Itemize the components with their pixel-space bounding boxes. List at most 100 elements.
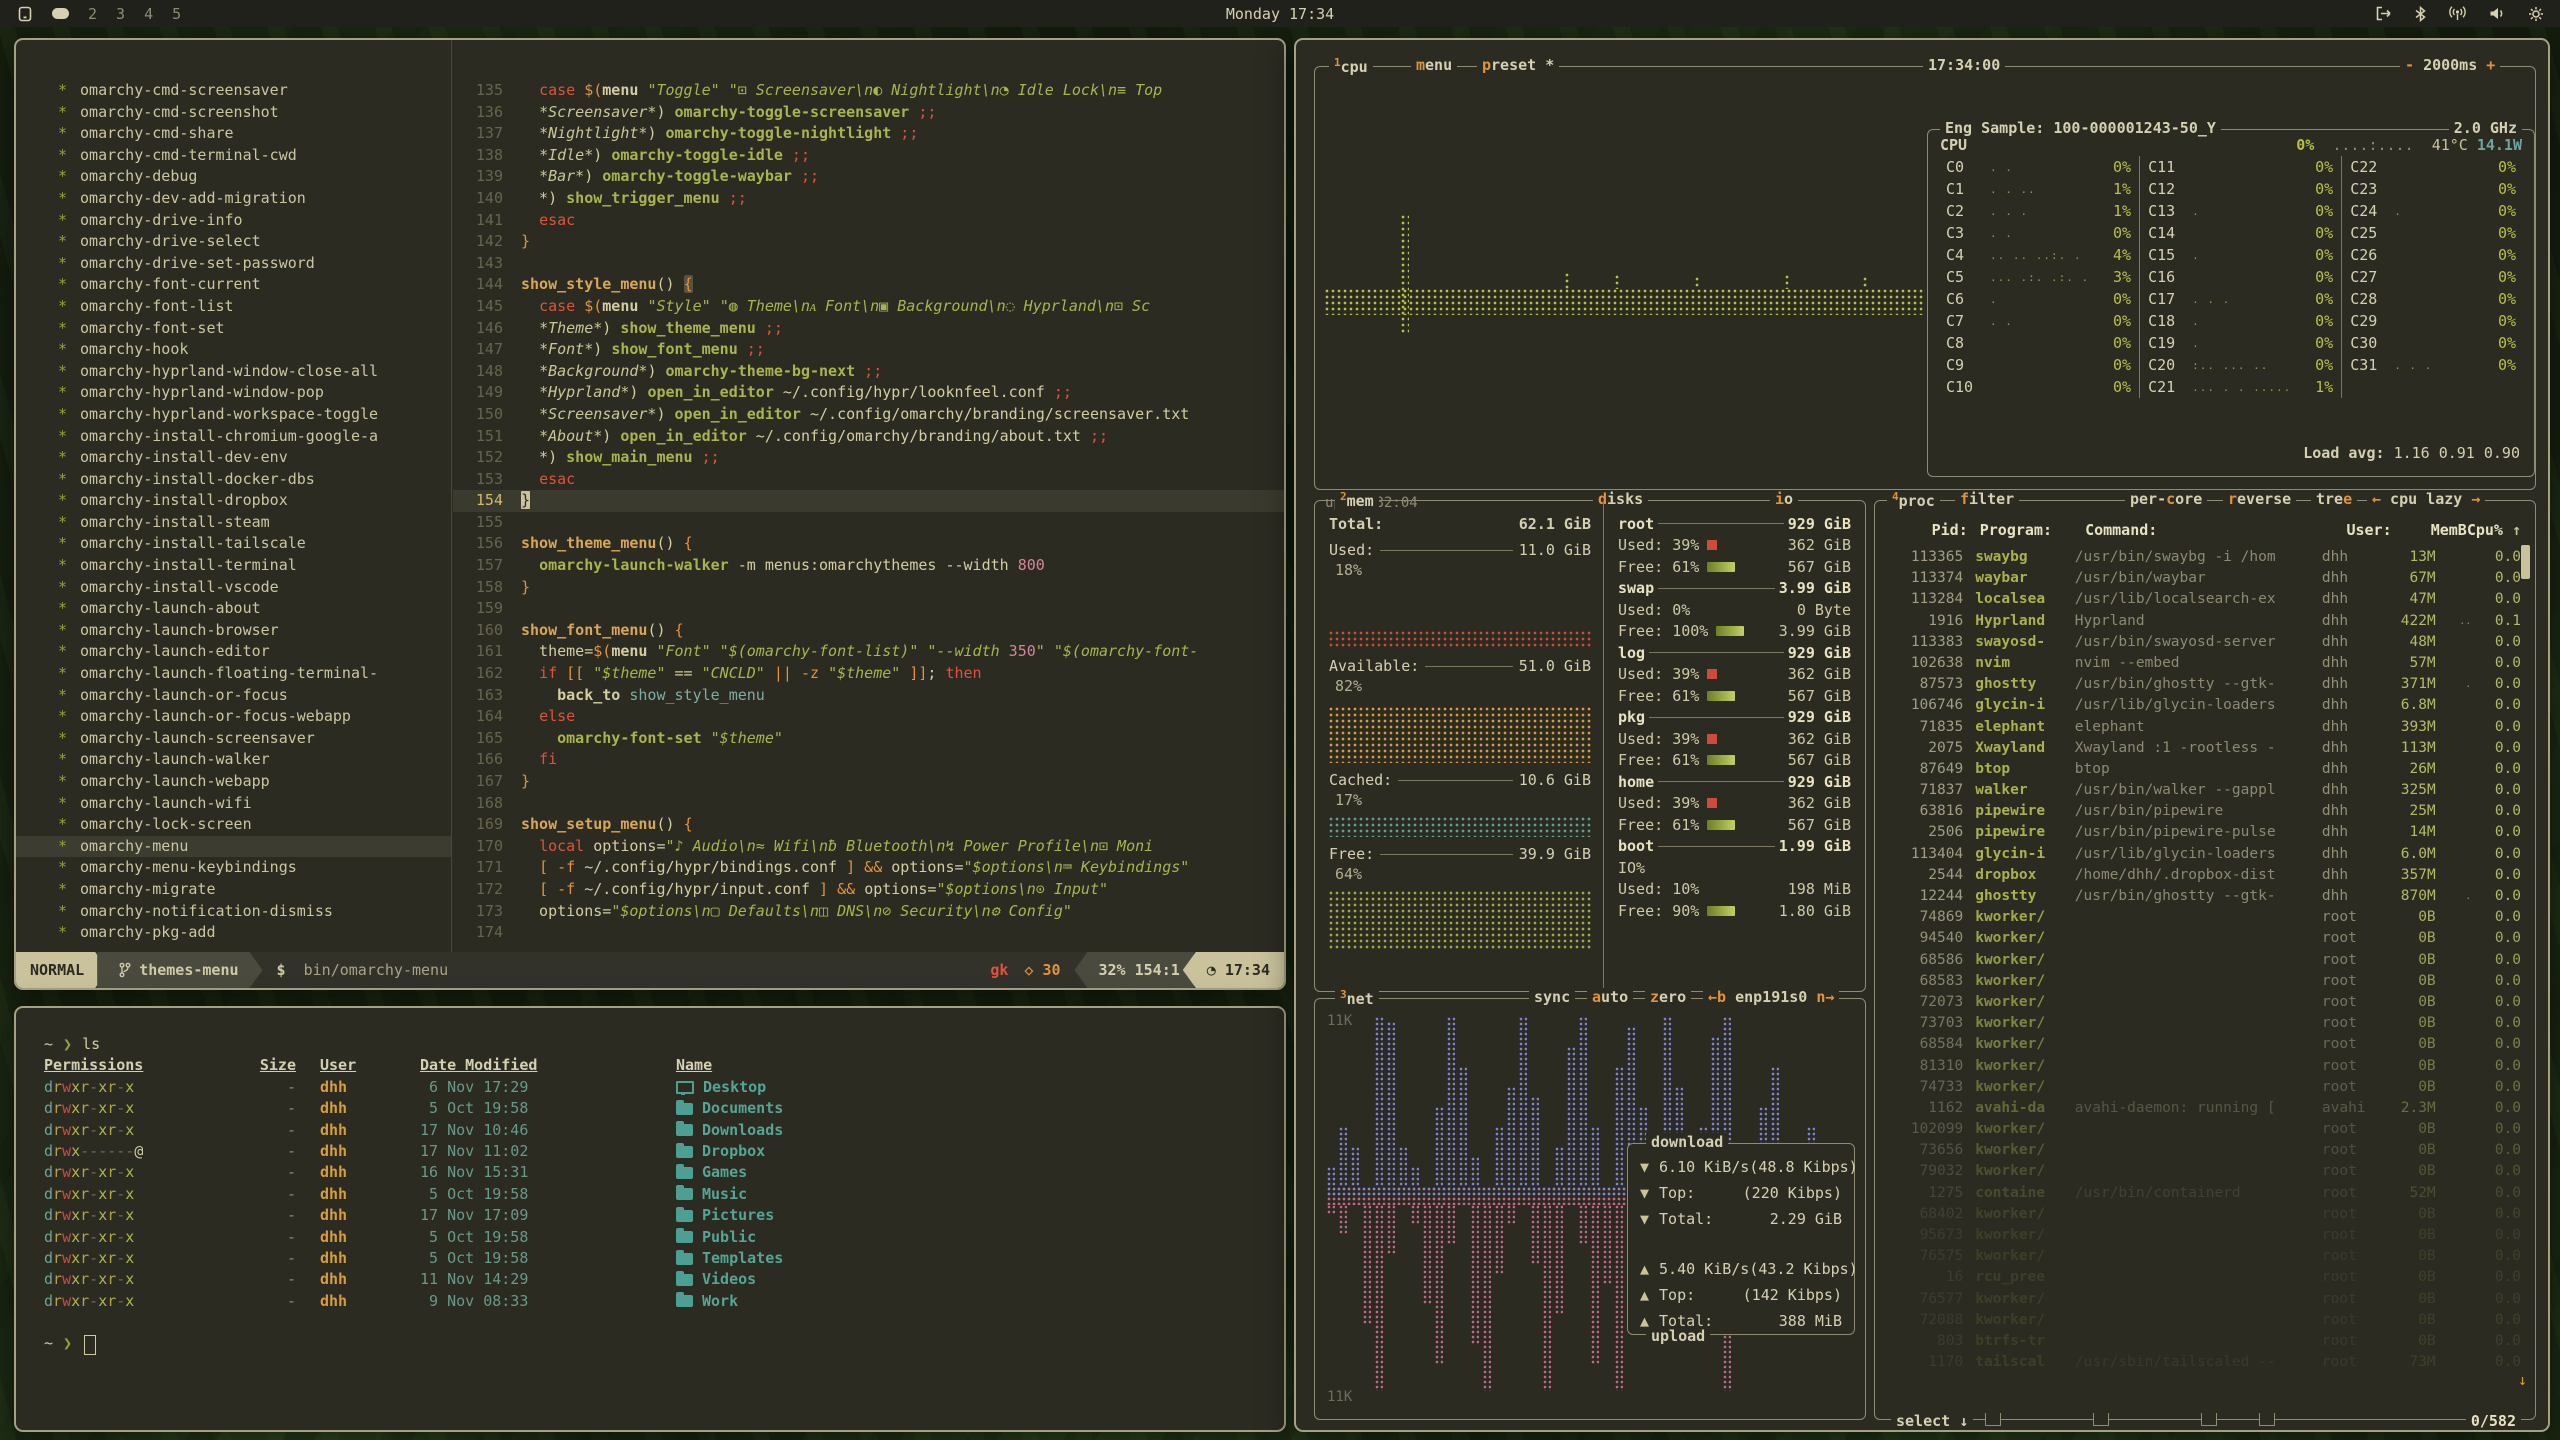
tree-item[interactable]: *omarchy-install-terminal (16, 555, 451, 577)
process-row[interactable]: 68584kworker/root0B0.0 (1885, 1034, 2521, 1055)
btop-window[interactable]: 1cpu menu preset * 17:34:00 - 2000ms + E… (1294, 38, 2550, 1432)
process-row[interactable]: 63816pipewire/usr/bin/pipewiredhh25M0.0 (1885, 801, 2521, 822)
workspace-3[interactable]: 3 (116, 5, 125, 23)
workspace-switcher[interactable]: 2 3 4 5 (17, 5, 181, 23)
process-row[interactable]: 87573ghostty/usr/bin/ghostty --gtk-dhh37… (1885, 674, 2521, 695)
process-row[interactable]: 113374waybar/usr/bin/waybardhh67M0.0 (1885, 568, 2521, 589)
process-row[interactable]: 87649btopbtopdhh26M0.0 (1885, 759, 2521, 780)
tree-item[interactable]: *omarchy-drive-select (16, 231, 451, 253)
tree-item[interactable]: *omarchy-cmd-share (16, 123, 451, 145)
tree-item[interactable]: *omarchy-install-dropbox (16, 490, 451, 512)
tree-item[interactable]: *omarchy-hyprland-window-pop (16, 382, 451, 404)
tree-item[interactable]: *omarchy-drive-set-password (16, 253, 451, 275)
process-row[interactable]: 1275containe/usr/bin/containerdroot52M0.… (1885, 1183, 2521, 1204)
menu-button[interactable]: menu (1411, 56, 1457, 74)
workspace-4[interactable]: 4 (144, 5, 153, 23)
net-sync-button[interactable]: sync (1529, 988, 1575, 1006)
terminal-prompt-line[interactable]: ~❯ (44, 1333, 1284, 1354)
process-row[interactable]: 803btrfs-trroot0B0.0 (1885, 1331, 2521, 1352)
tree-item[interactable]: *omarchy-pkg-add (16, 922, 451, 944)
net-auto-button[interactable]: auto (1587, 988, 1633, 1006)
gear-icon[interactable] (2528, 6, 2544, 22)
tree-item[interactable]: *omarchy-launch-wifi (16, 793, 451, 815)
tree-item[interactable]: *omarchy-menu (16, 836, 451, 858)
process-row[interactable]: 74733kworker/root0B0.0 (1885, 1077, 2521, 1098)
process-row[interactable]: 113383swayosd-/usr/bin/swayosd-serverdhh… (1885, 632, 2521, 653)
tree-item[interactable]: *omarchy-hyprland-workspace-toggle (16, 404, 451, 426)
tree-item[interactable]: *omarchy-launch-browser (16, 620, 451, 642)
net-interface-switcher[interactable]: ←b enp191s0 n→ (1703, 988, 1839, 1006)
tree-item[interactable]: *omarchy-notification-dismiss (16, 901, 451, 923)
tree-item[interactable]: *omarchy-install-docker-dbs (16, 469, 451, 491)
proc-box-label[interactable]: 4proc (1887, 490, 1940, 510)
update-interval[interactable]: - 2000ms + (2400, 56, 2500, 74)
network-icon[interactable] (2449, 6, 2466, 21)
terminal-window[interactable]: ~❯lsPermissionsSizeUserDate ModifiedName… (14, 1006, 1286, 1432)
file-explorer[interactable]: *omarchy-cmd-screensaver*omarchy-cmd-scr… (16, 40, 452, 952)
tree-item[interactable]: *omarchy-drive-info (16, 210, 451, 232)
process-row[interactable]: 113404glycin-i/usr/lib/glycin-loadersdhh… (1885, 844, 2521, 865)
tree-item[interactable]: *omarchy-hook (16, 339, 451, 361)
net-zero-button[interactable]: zero (1645, 988, 1691, 1006)
neovim-window[interactable]: *omarchy-cmd-screensaver*omarchy-cmd-scr… (14, 38, 1286, 990)
process-row[interactable]: 2075XwaylandXwayland :1 -rootless -dhh11… (1885, 738, 2521, 759)
tree-item[interactable]: *omarchy-install-chromium-google-a (16, 426, 451, 448)
tree-item[interactable]: *omarchy-migrate (16, 879, 451, 901)
tree-item[interactable]: *omarchy-font-current (16, 274, 451, 296)
proc-tree-button[interactable]: tree (2311, 490, 2357, 508)
process-row[interactable]: 76575kworker/root0B0.0 (1885, 1246, 2521, 1267)
proc-select-button[interactable]: select ↓ (1891, 1412, 1973, 1430)
tree-item[interactable]: *omarchy-launch-about (16, 598, 451, 620)
proc-percore-button[interactable]: per-core (2125, 490, 2207, 508)
tree-item[interactable]: *omarchy-install-tailscale (16, 533, 451, 555)
tree-item[interactable]: *omarchy-launch-floating-terminal- (16, 663, 451, 685)
tree-item[interactable]: *omarchy-launch-or-focus (16, 685, 451, 707)
workspace-2[interactable]: 2 (88, 5, 97, 23)
tree-item[interactable]: *omarchy-lock-screen (16, 814, 451, 836)
tree-item[interactable]: *omarchy-font-list (16, 296, 451, 318)
tree-item[interactable]: *omarchy-cmd-terminal-cwd (16, 145, 451, 167)
process-row[interactable]: 2506pipewire/usr/bin/pipewire-pulsedhh14… (1885, 822, 2521, 843)
process-row[interactable]: 72088kworker/root0B0.0 (1885, 1310, 2521, 1331)
volume-icon[interactable] (2489, 6, 2505, 21)
process-row[interactable]: 94540kworker/root0B0.0 (1885, 928, 2521, 949)
process-row[interactable]: 68402kworker/root0B0.0 (1885, 1204, 2521, 1225)
tree-item[interactable]: *omarchy-launch-or-focus-webapp (16, 706, 451, 728)
tree-item[interactable]: *omarchy-cmd-screenshot (16, 102, 451, 124)
cpu-box-label[interactable]: 1cpu (1329, 56, 1373, 76)
process-row[interactable]: 12244ghostty/usr/bin/ghostty --gtk-dhh87… (1885, 886, 2521, 907)
tree-item[interactable]: *omarchy-debug (16, 166, 451, 188)
scroll-down-icon[interactable]: ↓ (2518, 1371, 2527, 1389)
terminal-output[interactable]: ~❯lsPermissionsSizeUserDate ModifiedName… (16, 1008, 1284, 1430)
process-row[interactable]: 81310kworker/root0B0.0 (1885, 1056, 2521, 1077)
process-row[interactable]: 102099kworker/root0B0.0 (1885, 1119, 2521, 1140)
proc-sort-selector[interactable]: ← cpu lazy → (2367, 490, 2485, 508)
process-row[interactable]: 71837walker/usr/bin/walker --gappldhh325… (1885, 780, 2521, 801)
tree-item[interactable]: *omarchy-launch-walker (16, 749, 451, 771)
process-row[interactable]: 2544dropbox/home/dhh/.dropbox-distdhh357… (1885, 865, 2521, 886)
net-box-label[interactable]: 3net (1335, 988, 1379, 1008)
process-row[interactable]: 1162avahi-daavahi-daemon: running [avahi… (1885, 1098, 2521, 1119)
process-row[interactable]: 79032kworker/root0B0.0 (1885, 1161, 2521, 1182)
process-row[interactable]: 16rcu_preeroot0B0.0 (1885, 1267, 2521, 1288)
preset-button[interactable]: preset * (1477, 56, 1559, 74)
tree-item[interactable]: *omarchy-install-vscode (16, 577, 451, 599)
process-list[interactable]: 113365swaybg/usr/bin/swaybg -i /homdhh13… (1885, 547, 2521, 1393)
process-row[interactable]: 73703kworker/root0B0.0 (1885, 1013, 2521, 1034)
process-row[interactable]: 1170tailscal/usr/sbin/tailscaled --root7… (1885, 1352, 2521, 1373)
process-row[interactable]: 95673kworker/root0B0.0 (1885, 1225, 2521, 1246)
process-row[interactable]: 113365swaybg/usr/bin/swaybg -i /homdhh13… (1885, 547, 2521, 568)
process-row[interactable]: 1916HyprlandHyprlanddhh422M..0.1 (1885, 611, 2521, 632)
tree-item[interactable]: *omarchy-dev-add-migration (16, 188, 451, 210)
process-row[interactable]: 71835elephantelephantdhh393M0.0 (1885, 717, 2521, 738)
proc-scrollbar[interactable] (2521, 545, 2530, 579)
logout-icon[interactable] (2375, 6, 2392, 21)
process-row[interactable]: 68586kworker/root0B0.0 (1885, 950, 2521, 971)
process-row[interactable]: 76577kworker/root0B0.0 (1885, 1289, 2521, 1310)
tree-item[interactable]: *omarchy-menu-keybindings (16, 857, 451, 879)
process-row[interactable]: 72073kworker/root0B0.0 (1885, 992, 2521, 1013)
process-row[interactable]: 68583kworker/root0B0.0 (1885, 971, 2521, 992)
tree-item[interactable]: *omarchy-launch-screensaver (16, 728, 451, 750)
omarchy-logo-icon[interactable] (17, 6, 33, 22)
workspace-active-indicator[interactable] (52, 8, 69, 19)
